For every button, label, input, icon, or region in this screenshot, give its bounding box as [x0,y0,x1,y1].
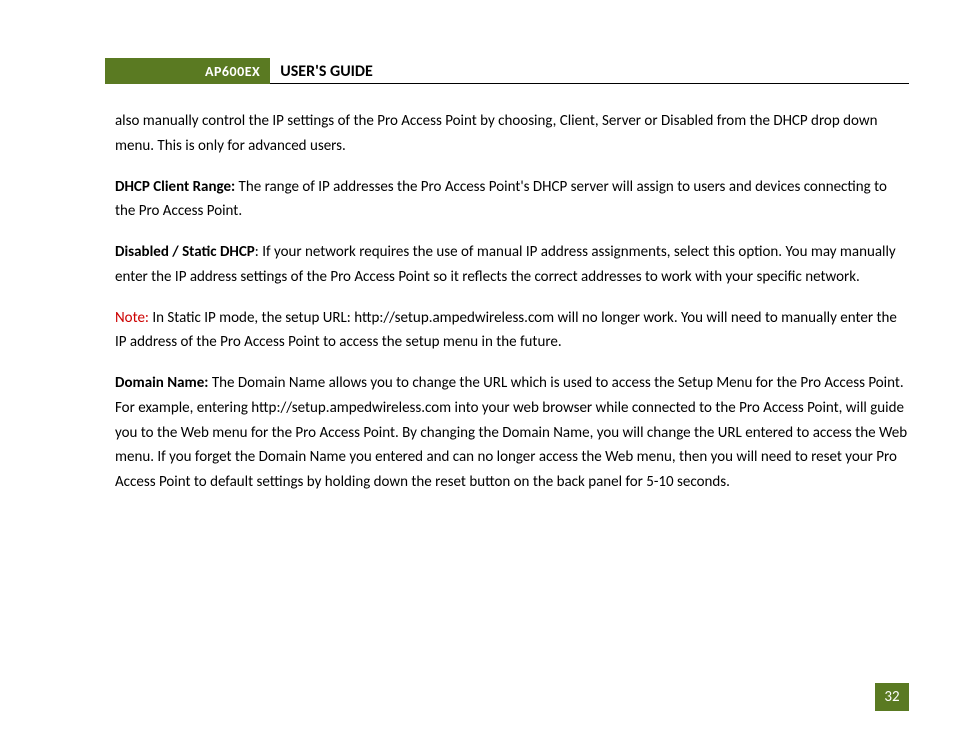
domain-name-label: Domain Name: [115,374,208,392]
product-badge: AP600EX [105,58,270,84]
intro-text: also manually control the IP settings of… [115,112,877,155]
domain-name-text: The Domain Name allows you to change the… [115,374,907,491]
page-number-badge: 32 [875,683,909,711]
note-label: Note: [115,309,149,327]
paragraph-domain-name: Domain Name: The Domain Name allows you … [115,371,909,495]
guide-title: USER'S GUIDE [270,58,909,84]
product-code: AP600EX [205,63,260,80]
paragraph-static-dhcp: Disabled / Static DHCP: If your network … [115,240,909,290]
paragraph-intro: also manually control the IP settings of… [115,109,909,159]
dhcp-range-label: DHCP Client Range: [115,178,235,196]
document-body: also manually control the IP settings of… [115,109,909,495]
guide-title-text: USER'S GUIDE [280,62,373,81]
note-text: In Static IP mode, the setup URL: http:/… [115,309,897,352]
static-dhcp-label: Disabled / Static DHCP [115,243,255,261]
paragraph-dhcp-range: DHCP Client Range: The range of IP addre… [115,175,909,225]
page-header: AP600EX USER'S GUIDE [105,58,909,84]
page-number-value: 32 [884,688,899,706]
paragraph-note: Note: In Static IP mode, the setup URL: … [115,306,909,356]
